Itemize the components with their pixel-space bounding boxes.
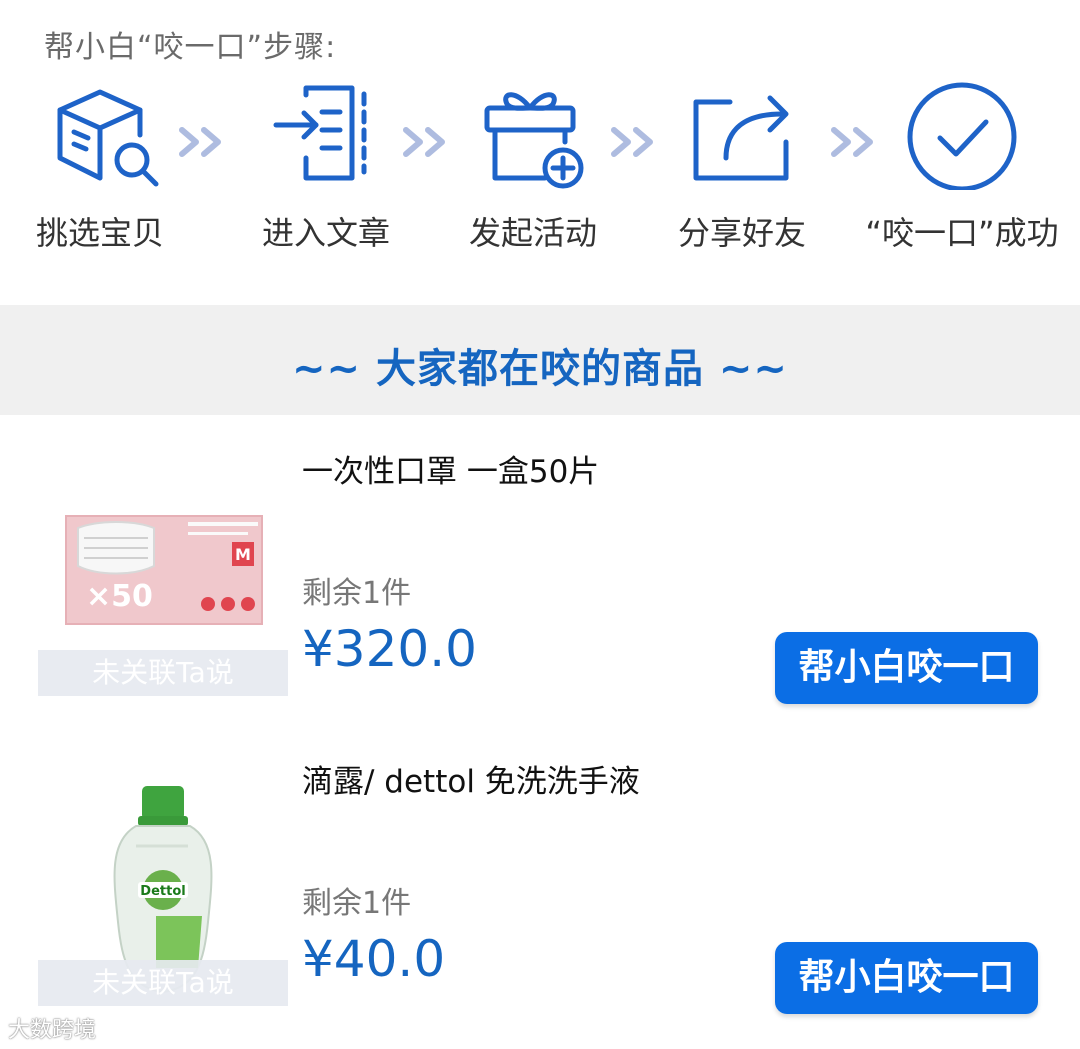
product-name[interactable]: 一次性口罩 一盒50片 [302,446,599,491]
enter-article-icon [273,85,367,181]
product-image[interactable]: M ×50 [38,510,288,630]
help-bite-button[interactable]: 帮小白咬一口 [775,632,1038,704]
brand-mark: Dettol [140,884,185,899]
step-success: “咬一口”成功 [862,80,1062,252]
share-icon [693,95,789,181]
box-search-icon [57,89,159,187]
section-title: ~~ 大家都在咬的商品 ~~ [292,346,788,392]
step-start-activity: 发起活动 [433,80,633,252]
stock-count: 剩余1件 [302,886,412,921]
count-mark: ×50 [86,579,153,614]
step-label: “咬一口”成功 [865,214,1059,252]
product-name[interactable]: 滴露/ dettol 免洗洗手液 [302,756,640,801]
ta-say-tag: 未关联Ta说 [38,960,288,1006]
product-price: ¥320.0 [302,620,477,678]
watermark: 大数跨境 [8,1018,97,1043]
help-bite-button[interactable]: 帮小白咬一口 [775,942,1038,1014]
check-circle-icon [907,82,1017,190]
product-card[interactable]: Dettol 滴露/ dettol 免洗洗手液 剩余1件 ¥40.0 未关联Ta… [0,730,1080,1030]
double-chevron-icon [179,127,221,157]
product-price: ¥40.0 [302,930,446,988]
mask-box-image: M ×50 [65,515,263,625]
steps-title: 帮小白“咬一口”步骤: [44,30,337,65]
stock-count: 剩余1件 [302,576,412,611]
ta-say-tag: 未关联Ta说 [38,650,288,696]
step-share-friends: 分享好友 [642,80,842,252]
step-enter-article: 进入文章 [226,80,426,252]
step-label: 分享好友 [677,214,806,252]
gift-add-icon [484,92,584,189]
product-card[interactable]: M ×50 一次性口罩 一盒50片 剩余1件 ¥320.0 未关联Ta说 帮小白… [0,420,1080,720]
step-label: 进入文章 [261,214,390,252]
step-label: 发起活动 [468,214,597,252]
step-pick-item: 挑选宝贝 [0,80,200,252]
step-label: 挑选宝贝 [35,214,164,252]
size-mark: M [235,545,251,564]
